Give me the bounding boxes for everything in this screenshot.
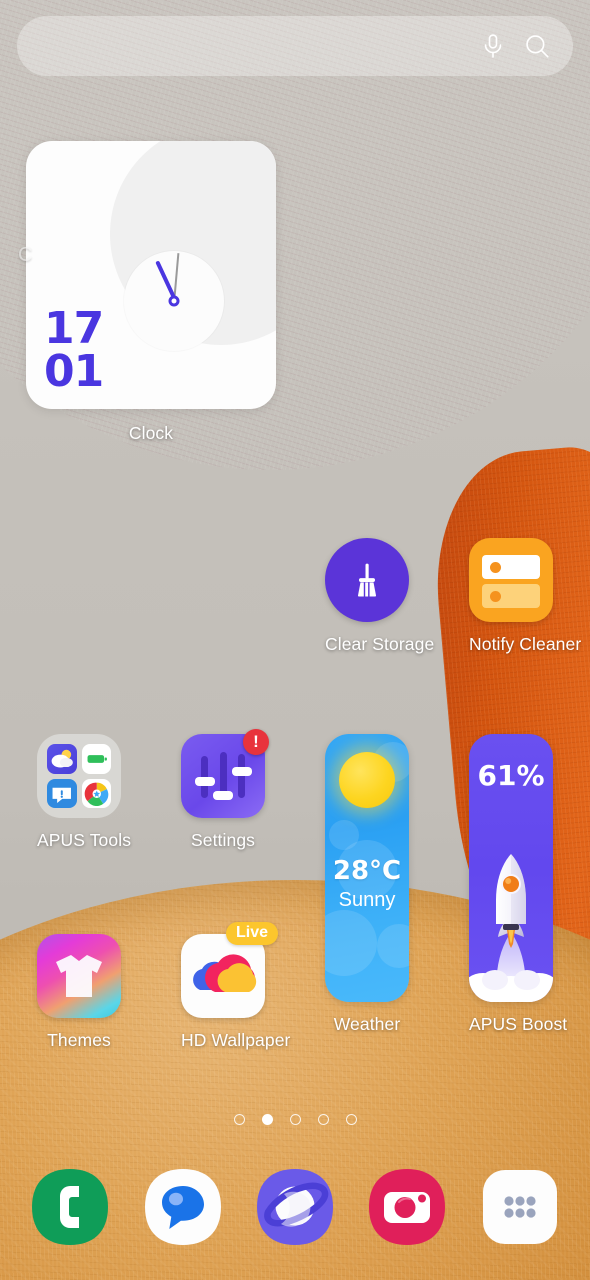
- page-dot-4[interactable]: [317, 1114, 329, 1125]
- app-apus-tools[interactable]: APUS Tools: [37, 734, 132, 851]
- widget-weather[interactable]: 28°C Sunny Weather: [325, 734, 409, 1035]
- camera-icon: [369, 1169, 446, 1245]
- mini-icon-notification: [47, 778, 77, 808]
- app-label-apus-tools: APUS Tools: [37, 830, 132, 850]
- phone-icon: [32, 1169, 109, 1245]
- app-clear-storage[interactable]: Clear Storage: [325, 538, 435, 655]
- app-icon-hd-wallpaper[interactable]: Live: [181, 922, 278, 1018]
- search-icon[interactable]: [523, 32, 551, 60]
- planet-icon: [256, 1169, 333, 1245]
- mini-icon-battery: [81, 744, 111, 774]
- dock-item-internet[interactable]: [254, 1166, 336, 1248]
- app-notify-cleaner[interactable]: Notify Cleaner: [469, 538, 582, 655]
- app-icon-settings[interactable]: !: [181, 729, 269, 818]
- app-icon-clear-storage[interactable]: [325, 538, 409, 622]
- clock-minutes: 01: [44, 345, 104, 397]
- widget-label-weather: Weather: [333, 1014, 401, 1034]
- weather-temperature: 28°C: [332, 856, 402, 886]
- widget-clock[interactable]: C 17 01 Clock: [18, 141, 276, 444]
- clock-digital-time: 17 01: [44, 302, 104, 397]
- settings-alert-badge: !: [243, 729, 269, 755]
- clock-hours: 17: [44, 302, 104, 354]
- widget-label-clock: Clock: [128, 423, 174, 443]
- app-label-notify-cleaner: Notify Cleaner: [469, 634, 582, 654]
- mini-icon-weather: [47, 744, 77, 774]
- broom-icon: [325, 538, 409, 622]
- clock-card[interactable]: 17 01: [26, 141, 276, 409]
- app-icon-apus-tools[interactable]: [37, 734, 121, 818]
- widget-label-apus-boost: APUS Boost: [469, 1014, 568, 1034]
- app-icon-themes[interactable]: [37, 934, 121, 1018]
- clock-analog-face: [124, 251, 224, 351]
- boost-percentage: 61%: [477, 759, 545, 792]
- folder-icon[interactable]: [37, 734, 121, 818]
- app-themes[interactable]: Themes: [37, 934, 121, 1051]
- app-grid-icon: [482, 1170, 557, 1244]
- clouds-icon: [181, 934, 265, 1018]
- message-bubble-icon: [144, 1169, 221, 1245]
- dock: [0, 1166, 590, 1248]
- live-badge: Live: [225, 922, 278, 945]
- boost-card[interactable]: 61%: [469, 734, 553, 1002]
- notification-cards-icon: [469, 538, 553, 622]
- cloud-bank: [469, 946, 553, 1002]
- mini-icon-analysis: [81, 778, 111, 808]
- sun-icon: [339, 752, 395, 808]
- search-bar[interactable]: [17, 16, 573, 76]
- page-dot-3[interactable]: [289, 1114, 301, 1125]
- weather-condition: Sunny: [338, 889, 396, 911]
- app-icon-notify-cleaner[interactable]: [469, 538, 553, 622]
- dock-item-phone[interactable]: [29, 1166, 111, 1248]
- app-hd-wallpaper[interactable]: Live HD Wallpaper: [181, 922, 291, 1051]
- app-label-hd-wallpaper: HD Wallpaper: [181, 1030, 291, 1050]
- dock-item-messages[interactable]: [142, 1166, 224, 1248]
- page-indicator[interactable]: [0, 1114, 590, 1125]
- page-dot-1[interactable]: [233, 1114, 245, 1125]
- weather-card[interactable]: 28°C Sunny: [325, 734, 409, 1002]
- dock-item-apps[interactable]: [479, 1166, 561, 1248]
- app-label-settings: Settings: [190, 830, 256, 850]
- dock-item-camera[interactable]: [366, 1166, 448, 1248]
- tshirt-icon: [37, 934, 121, 1018]
- app-label-clear-storage: Clear Storage: [325, 634, 435, 654]
- app-settings[interactable]: ! Settings: [181, 729, 269, 851]
- microphone-icon[interactable]: [479, 32, 507, 60]
- app-label-themes: Themes: [47, 1030, 111, 1050]
- page-dot-5[interactable]: [345, 1114, 357, 1125]
- widget-apus-boost[interactable]: 61% APUS Boost: [469, 734, 568, 1035]
- page-dot-2[interactable]: [261, 1114, 273, 1125]
- clock-ghost-letter: C: [18, 244, 33, 266]
- clock-center-pivot: [168, 295, 180, 307]
